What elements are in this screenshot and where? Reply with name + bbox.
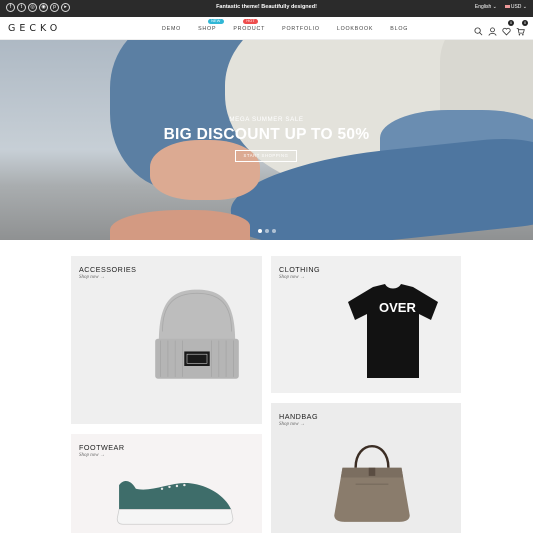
nav-label: DEMO (162, 26, 182, 32)
collection-card-clothing[interactable]: CLOTHING Shop now → OVER (271, 256, 461, 393)
language-select[interactable]: English ⌄ (475, 4, 497, 10)
nav-item-shop[interactable]: SHOP NEW (198, 19, 224, 32)
card-title: CLOTHING (279, 265, 321, 274)
new-badge: NEW (208, 19, 224, 24)
shop-now-link[interactable]: Shop now → (79, 275, 105, 280)
user-icon[interactable] (488, 23, 497, 36)
slider-dot[interactable] (265, 229, 269, 233)
wishlist-icon[interactable]: 0 (502, 20, 514, 36)
site-logo[interactable]: GECKO (8, 23, 61, 34)
currency-select[interactable]: USD ⌄ (504, 4, 527, 10)
nav-label: SHOP (198, 26, 217, 32)
card-title: HANDBAG (279, 412, 319, 421)
header-icons: 0 0 (474, 20, 528, 36)
nav-label: PORTFOLIO (282, 26, 320, 32)
hero-slider: MEGA SUMMER SALE BIG DISCOUNT UP TO 50% … (0, 40, 533, 240)
nav-item-lookbook[interactable]: LOOKBOOK (337, 26, 373, 32)
wishlist-count: 0 (508, 20, 514, 26)
announcement-text: Fantastic theme! Beautifully designed! (216, 4, 317, 10)
top-bar: f t ◎ ◉ p ▸ Fantastic theme! Beautifully… (0, 0, 533, 17)
hero-caption: MEGA SUMMER SALE BIG DISCOUNT UP TO 50% … (0, 40, 533, 240)
shop-now-link[interactable]: Shop now → (279, 422, 305, 427)
collection-card-footwear[interactable]: FOOTWEAR Shop now → (71, 434, 262, 533)
hero-title: BIG DISCOUNT UP TO 50% (163, 126, 370, 143)
hero-kicker: MEGA SUMMER SALE (229, 116, 304, 123)
nav-item-demo[interactable]: DEMO (162, 26, 181, 32)
slider-dot[interactable] (272, 229, 276, 233)
cart-icon[interactable]: 0 (516, 20, 528, 36)
us-flag-icon (504, 4, 510, 8)
cart-count: 0 (522, 20, 528, 26)
svg-text:OVER: OVER (379, 300, 416, 315)
nav-item-portfolio[interactable]: PORTFOLIO (282, 26, 320, 32)
nav-label: LOOKBOOK (336, 26, 374, 32)
sneaker-image (116, 480, 234, 525)
nav-item-product[interactable]: PRODUCT HOT (233, 19, 266, 32)
shop-now-link[interactable]: Shop now → (279, 275, 305, 280)
currency-label: USD ⌄ (510, 4, 527, 10)
card-title: FOOTWEAR (79, 443, 125, 452)
nav-label: BLOG (390, 26, 409, 32)
main-nav: DEMO SHOP NEW PRODUCT HOT PORTFOLIO LOOKBO… (162, 19, 425, 32)
handbag-image (334, 444, 410, 522)
nav-label: PRODUCT (233, 26, 266, 32)
nav-item-blog[interactable]: BLOG (390, 26, 408, 32)
collection-card-handbag[interactable]: HANDBAG Shop now → (271, 403, 461, 533)
start-shopping-button[interactable]: START SHOPPING (235, 150, 297, 162)
collection-card-accessories[interactable]: ACCESSORIES Shop now → (71, 256, 262, 424)
slider-dot[interactable] (258, 229, 262, 233)
search-icon[interactable] (474, 23, 483, 36)
site-header: GECKO DEMO SHOP NEW PRODUCT HOT PORTFOLIO … (0, 17, 533, 40)
card-title: ACCESSORIES (79, 265, 137, 274)
tshirt-image: OVER (348, 284, 438, 378)
slider-dots (258, 229, 276, 233)
hot-badge: HOT (243, 19, 258, 24)
locale-switchers: English ⌄ USD ⌄ (475, 4, 527, 10)
beanie-image (155, 289, 239, 379)
shop-now-link[interactable]: Shop now → (79, 453, 105, 458)
